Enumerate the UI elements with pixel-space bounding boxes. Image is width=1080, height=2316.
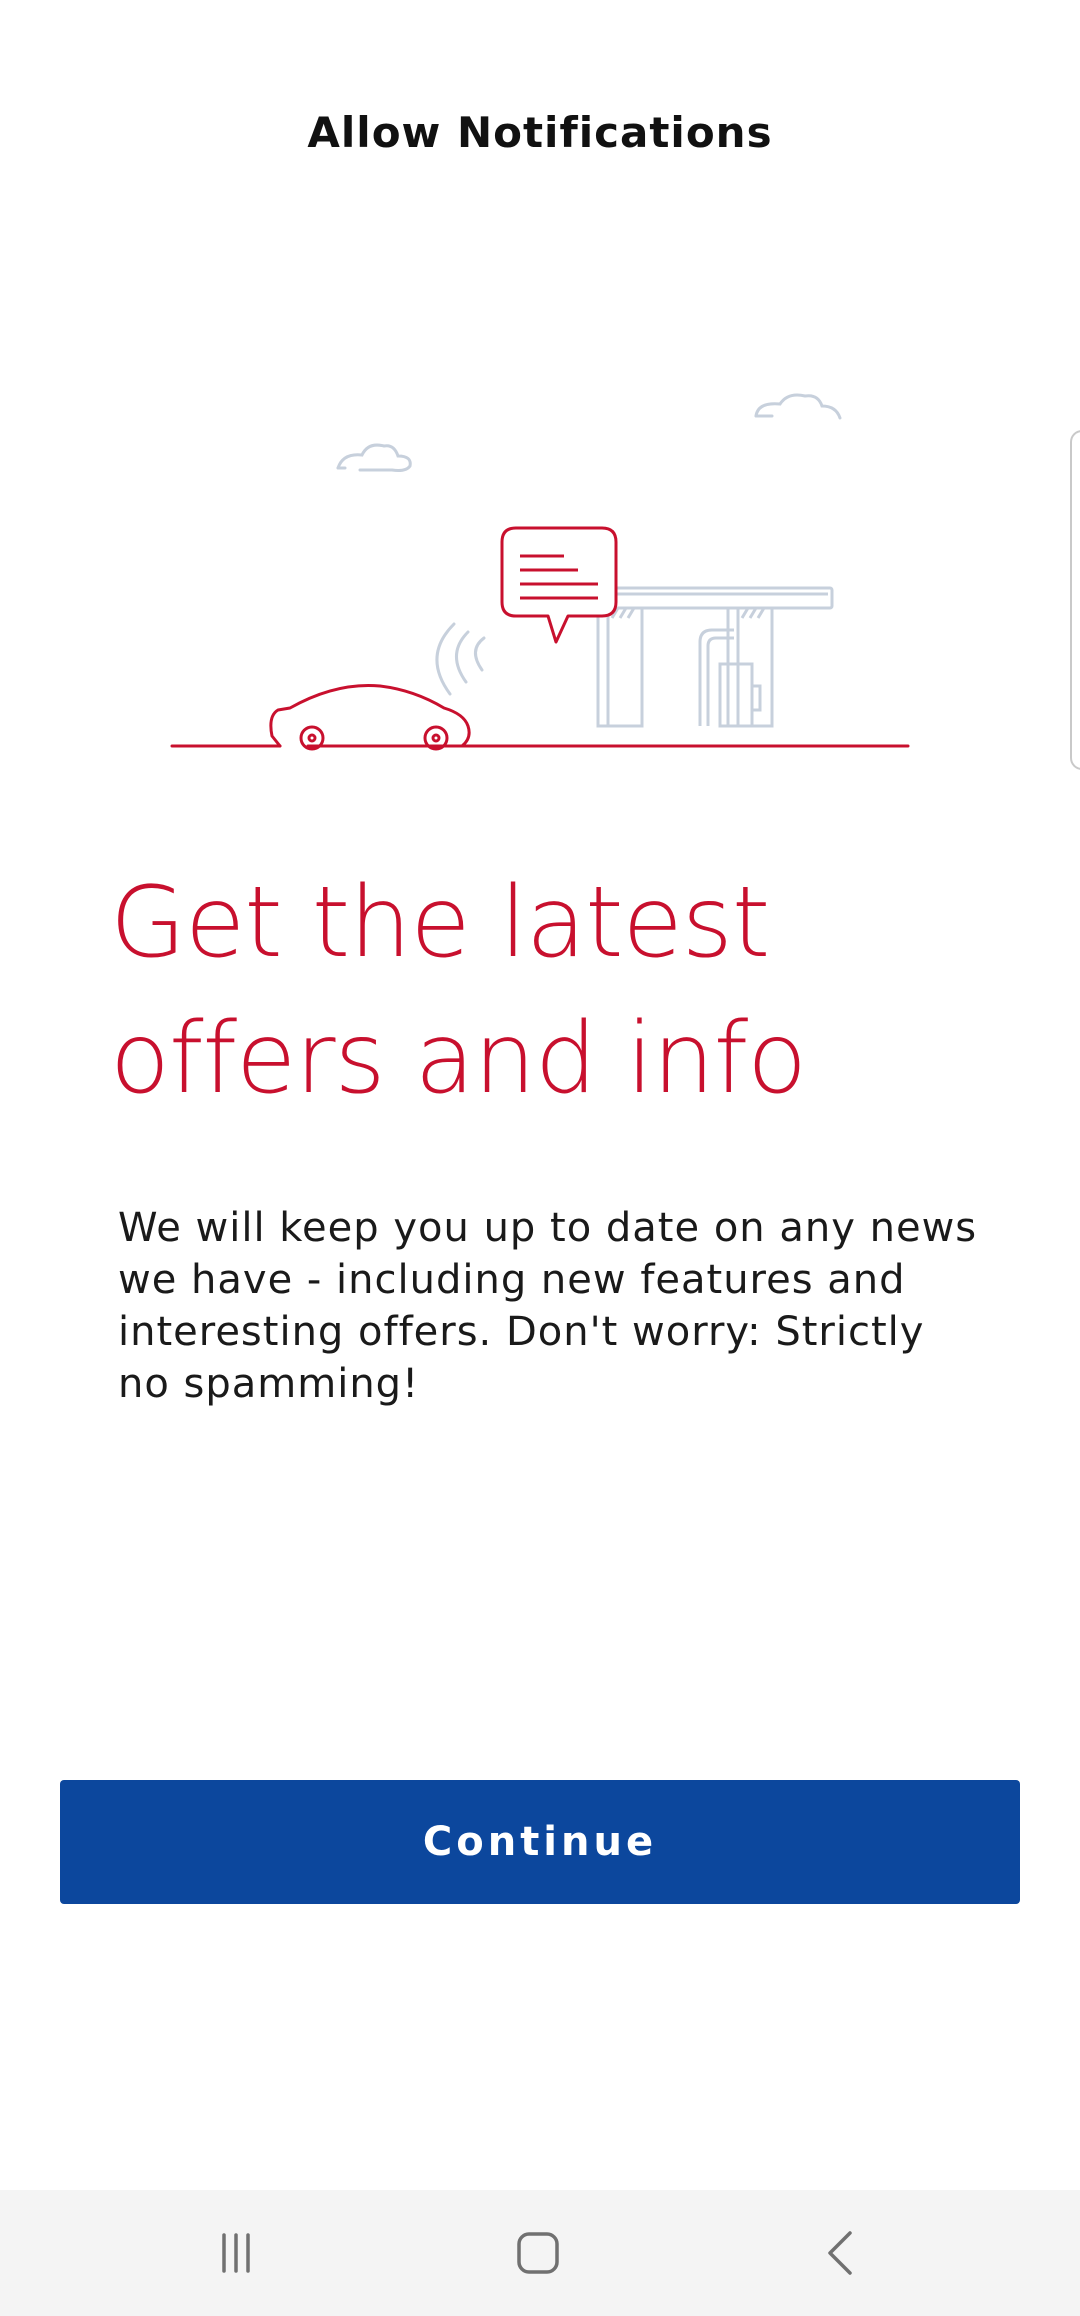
notification-permission-screen: Allow Notifications Get the latest offer…: [0, 0, 1080, 2316]
headline-line-1: Get the latest: [110, 866, 770, 980]
notification-illustration: [170, 393, 910, 751]
home-button[interactable]: [478, 2190, 598, 2316]
system-navigation-bar: [0, 2190, 1080, 2316]
back-button[interactable]: [782, 2190, 902, 2316]
signal-waves-icon: [435, 622, 486, 696]
recent-apps-icon: [222, 2233, 250, 2273]
headline: Get the latest offers and info: [110, 855, 1010, 1127]
continue-button[interactable]: Continue: [60, 1780, 1020, 1904]
gas-station-icon: [596, 586, 834, 728]
page-title: Allow Notifications: [307, 108, 773, 157]
headline-line-2: offers and info: [110, 1002, 807, 1116]
edge-panel-handle[interactable]: [1070, 430, 1080, 770]
home-icon: [517, 2232, 559, 2274]
cloud-icon: [754, 393, 842, 420]
back-icon: [828, 2231, 852, 2275]
description-text: We will keep you up to date on any news …: [118, 1205, 978, 1407]
car-icon: [170, 684, 910, 751]
recent-apps-button[interactable]: [176, 2190, 296, 2316]
cloud-icon: [336, 443, 412, 472]
